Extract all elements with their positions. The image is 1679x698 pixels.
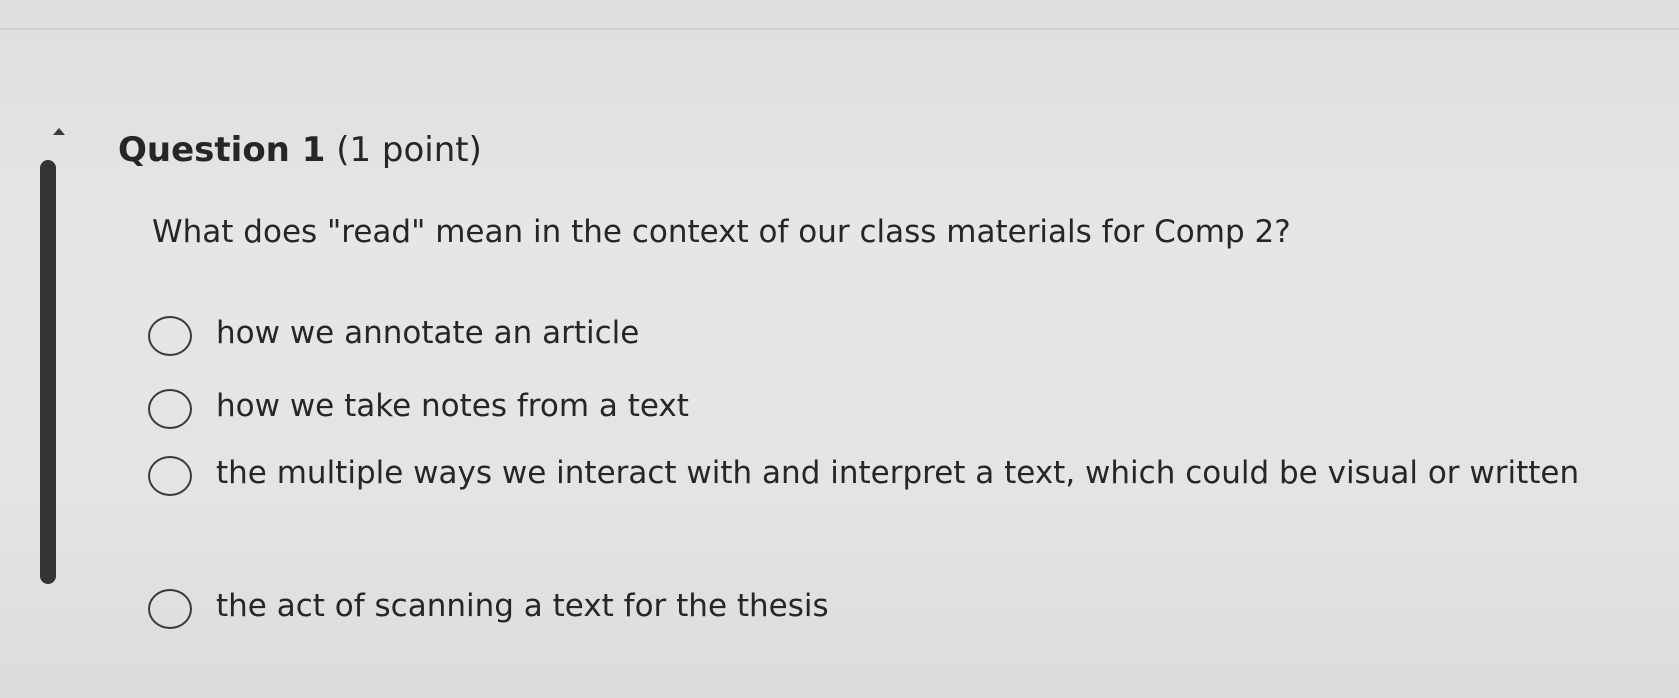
question-header: Question 1 (1 point) xyxy=(118,128,482,172)
question-text: What does "read" mean in the context of … xyxy=(152,214,1291,250)
answer-label[interactable]: the act of scanning a text for the thesi… xyxy=(216,581,829,631)
answer-label[interactable]: the multiple ways we interact with and i… xyxy=(216,448,1636,498)
radio-button[interactable] xyxy=(148,316,192,356)
answer-label[interactable]: how we take notes from a text xyxy=(216,381,689,431)
radio-button[interactable] xyxy=(148,456,192,496)
question-points: (1 point) xyxy=(336,130,482,170)
question-status-bar xyxy=(40,160,56,584)
question-title: Question 1 xyxy=(118,130,326,170)
radio-button[interactable] xyxy=(148,589,192,629)
answer-label[interactable]: how we annotate an article xyxy=(216,308,639,358)
radio-button[interactable] xyxy=(148,389,192,429)
caret-up-icon[interactable] xyxy=(53,128,65,135)
top-divider xyxy=(0,28,1679,30)
